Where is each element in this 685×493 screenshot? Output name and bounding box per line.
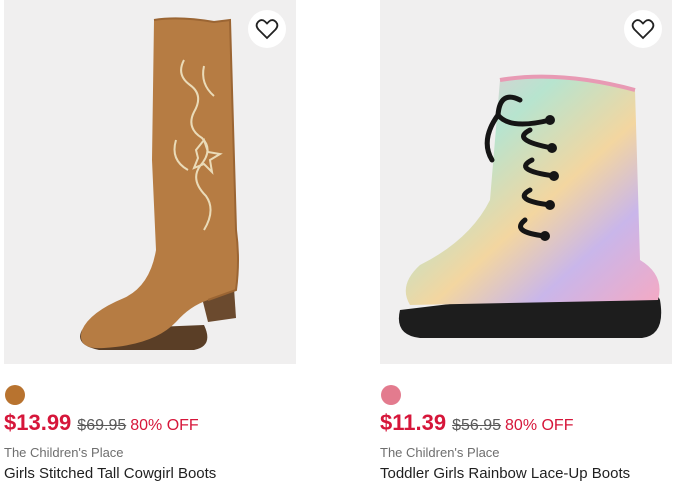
original-price: $56.95 xyxy=(452,417,502,434)
brand-name: The Children's Place xyxy=(380,445,500,460)
sale-price: $13.99 xyxy=(4,410,72,435)
favorite-button[interactable] xyxy=(248,10,286,48)
discount-badge: 80% OFF xyxy=(505,417,574,434)
product-name-link[interactable]: Toddler Girls Rainbow Lace-Up Boots xyxy=(380,465,630,482)
product-image-container[interactable] xyxy=(4,0,296,364)
cowgirl-boot-image xyxy=(80,17,239,350)
heart-icon xyxy=(255,19,279,40)
sale-price: $11.39 xyxy=(380,410,447,435)
brand-name: The Children's Place xyxy=(4,445,124,460)
price-row: $11.39 $56.95 80% OFF xyxy=(380,410,573,436)
product-name-link[interactable]: Girls Stitched Tall Cowgirl Boots xyxy=(4,465,216,482)
favorite-button[interactable] xyxy=(624,10,662,48)
heart-icon xyxy=(631,19,655,40)
color-swatch-pink[interactable] xyxy=(381,385,401,405)
product-card[interactable]: $11.39 $56.95 80% OFF The Children's Place… xyxy=(380,0,672,482)
price-row: $13.99 $69.95 80% OFF xyxy=(4,410,199,436)
color-swatch-brown[interactable] xyxy=(5,385,25,405)
original-price: $69.95 xyxy=(77,417,127,434)
product-card[interactable]: $13.99 $69.95 80% OFF The Children's Place… xyxy=(4,0,296,482)
product-image-container[interactable] xyxy=(380,0,672,364)
discount-badge: 80% OFF xyxy=(130,417,199,434)
rainbow-boot-image xyxy=(398,74,662,338)
